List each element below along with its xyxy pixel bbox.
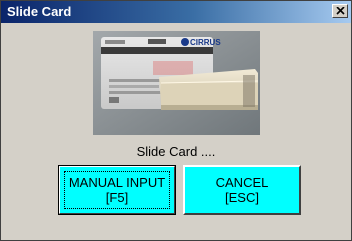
card-reader-illustration: CIRRUS xyxy=(93,31,260,135)
focus-rectangle xyxy=(64,171,170,209)
status-message: Slide Card .... xyxy=(136,144,216,159)
cancel-label: CANCEL xyxy=(215,175,269,190)
manual-input-button[interactable]: MANUAL INPUT [F5] xyxy=(58,165,176,215)
cancel-shortcut: [ESC] xyxy=(225,190,259,205)
card-swipe-image: CIRRUS xyxy=(93,31,260,135)
close-icon xyxy=(336,7,345,15)
card-brand-text: CIRRUS xyxy=(190,38,221,47)
slide-card-dialog: Slide Card CIRRUS Slide Card .... MANUAL… xyxy=(0,0,352,241)
close-button[interactable] xyxy=(332,4,348,18)
cancel-button[interactable]: CANCEL [ESC] xyxy=(183,165,301,215)
window-title: Slide Card xyxy=(7,4,72,19)
title-bar[interactable]: Slide Card xyxy=(1,1,351,23)
